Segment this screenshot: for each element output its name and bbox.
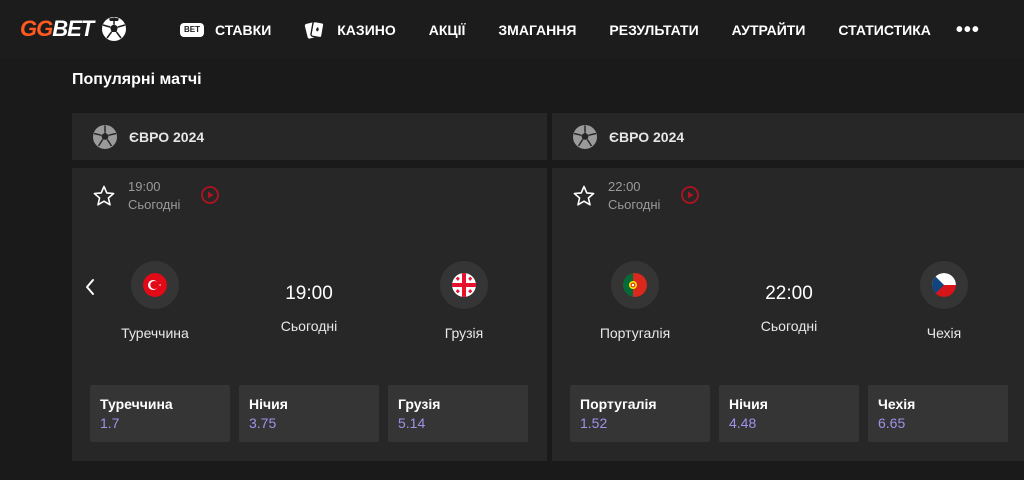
home-team[interactable]: Туреччина bbox=[85, 261, 225, 341]
team-flag-holder bbox=[611, 261, 659, 309]
match-center-time: 22:00 bbox=[765, 283, 813, 304]
logo-bet: BET bbox=[52, 16, 94, 41]
odds-button-home[interactable]: Португалія 1.52 bbox=[570, 385, 710, 442]
match-center-day: Сьогодні bbox=[760, 318, 818, 334]
georgia-flag-icon bbox=[452, 273, 476, 297]
nav-item-label: РЕЗУЛЬТАТИ bbox=[609, 22, 699, 38]
nav-item-label: СТАТИСТИКА bbox=[838, 22, 931, 38]
portugal-flag-icon bbox=[623, 273, 647, 297]
odds-value: 4.48 bbox=[729, 415, 757, 431]
odds-value: 6.65 bbox=[878, 415, 906, 431]
match-time-center: 22:00 Сьогодні bbox=[719, 282, 859, 334]
league-name: ЄВРО 2024 bbox=[609, 128, 685, 145]
nav-item-outrights[interactable]: АУТРАЙТИ bbox=[732, 22, 806, 38]
odds-button-away[interactable]: Грузія 5.14 bbox=[388, 385, 528, 442]
nav-item-tournaments[interactable]: ЗМАГАННЯ bbox=[498, 22, 576, 38]
nav-item-casino[interactable]: КАЗИНО bbox=[304, 19, 396, 41]
nav-item-label: АКЦІЇ bbox=[428, 22, 466, 38]
match-start-day: Сьогодні bbox=[608, 197, 661, 212]
match-card-header[interactable]: ЄВРО 2024 bbox=[552, 113, 1024, 160]
match-center-time: 19:00 bbox=[285, 283, 333, 304]
odds-button-away[interactable]: Чехія 6.65 bbox=[868, 385, 1008, 442]
odds-value: 1.52 bbox=[580, 415, 608, 431]
match-card-body: 22:00 Сьогодні Португалія 22:00 Сьогодні… bbox=[552, 168, 1024, 461]
odds-value: 5.14 bbox=[398, 415, 426, 431]
nav-item-label: АУТРАЙТИ bbox=[731, 22, 806, 38]
czechia-flag-icon bbox=[932, 273, 956, 297]
match-card: ЄВРО 2024 22:00 Сьогодні Португалія 22:0… bbox=[552, 113, 1024, 461]
odds-button-draw[interactable]: Нічия 4.48 bbox=[719, 385, 859, 442]
odds-label: Нічия bbox=[249, 396, 288, 412]
team-name: Чехія bbox=[926, 325, 962, 341]
odds-button-home[interactable]: Туреччина 1.7 bbox=[90, 385, 230, 442]
away-team[interactable]: Чехія bbox=[874, 261, 1014, 341]
ggbet-logo[interactable]: GGBET bbox=[20, 15, 127, 43]
main-nav: BET СТАВКИ КАЗИНО АКЦІЇ ЗМАГАННЯ РЕЗУЛЬТ… bbox=[180, 16, 1013, 44]
odds-label: Нічия bbox=[729, 396, 768, 412]
nav-item-label: ЗМАГАННЯ bbox=[498, 22, 577, 38]
nav-item-label: СТАВКИ bbox=[215, 22, 272, 38]
match-center-day: Сьогодні bbox=[280, 318, 338, 334]
odds-value: 3.75 bbox=[249, 415, 277, 431]
team-name: Туреччина bbox=[121, 325, 189, 341]
match-card: ЄВРО 2024 19:00 Сьогодні Туреччина 19:00… bbox=[72, 113, 547, 461]
match-card-header[interactable]: ЄВРО 2024 bbox=[72, 113, 547, 160]
odds-value: 1.7 bbox=[100, 415, 120, 431]
bet-badge-text: BET bbox=[180, 23, 204, 37]
odds-label: Туреччина bbox=[100, 396, 173, 412]
nav-item-label: КАЗИНО bbox=[337, 22, 396, 38]
top-navigation-bar: GGBET BET СТАВКИ КАЗИНО АКЦІЇ ЗМАГАННЯ Р… bbox=[0, 0, 1024, 58]
odds-button-draw[interactable]: Нічия 3.75 bbox=[239, 385, 379, 442]
more-menu-button[interactable]: ••• bbox=[956, 20, 980, 40]
soccer-ball-icon bbox=[573, 124, 597, 149]
page-title: Популярні матчі bbox=[72, 71, 202, 88]
match-time-center: 19:00 Сьогодні bbox=[239, 282, 379, 334]
match-start-day: Сьогодні bbox=[128, 197, 181, 212]
league-name: ЄВРО 2024 bbox=[129, 128, 205, 145]
turkey-flag-icon bbox=[143, 273, 167, 297]
more-dots-icon: ••• bbox=[955, 19, 980, 41]
match-start-info: 22:00 Сьогодні bbox=[608, 178, 660, 214]
soccer-ball-icon bbox=[102, 17, 127, 41]
favorite-star-icon[interactable] bbox=[92, 184, 116, 208]
live-stream-icon[interactable] bbox=[200, 185, 220, 205]
match-start-time: 22:00 bbox=[608, 179, 641, 194]
nav-item-bets[interactable]: BET СТАВКИ bbox=[180, 22, 271, 38]
team-flag-holder bbox=[131, 261, 179, 309]
team-name: Португалія bbox=[599, 325, 671, 341]
match-start-time: 19:00 bbox=[128, 179, 161, 194]
logo-gg: GG bbox=[20, 16, 53, 41]
team-flag-holder bbox=[440, 261, 488, 309]
nav-item-promotions[interactable]: АКЦІЇ bbox=[429, 22, 466, 38]
odds-label: Португалія bbox=[580, 396, 657, 412]
logo-text: GGBET bbox=[20, 15, 94, 43]
away-team[interactable]: Грузія bbox=[394, 261, 534, 341]
nav-item-statistics[interactable]: СТАТИСТИКА bbox=[838, 22, 931, 38]
match-card-body: 19:00 Сьогодні Туреччина 19:00 Сьогодні … bbox=[72, 168, 547, 461]
odds-label: Чехія bbox=[878, 396, 916, 412]
match-start-info: 19:00 Сьогодні bbox=[128, 178, 180, 214]
favorite-star-icon[interactable] bbox=[572, 184, 596, 208]
playing-cards-icon bbox=[304, 19, 326, 41]
live-stream-icon[interactable] bbox=[680, 185, 700, 205]
team-name: Грузія bbox=[444, 325, 484, 341]
bet-badge-icon: BET bbox=[180, 23, 204, 37]
soccer-ball-icon bbox=[93, 124, 117, 149]
nav-item-results[interactable]: РЕЗУЛЬТАТИ bbox=[609, 22, 698, 38]
home-team[interactable]: Португалія bbox=[565, 261, 705, 341]
odds-label: Грузія bbox=[398, 396, 441, 412]
team-flag-holder bbox=[920, 261, 968, 309]
